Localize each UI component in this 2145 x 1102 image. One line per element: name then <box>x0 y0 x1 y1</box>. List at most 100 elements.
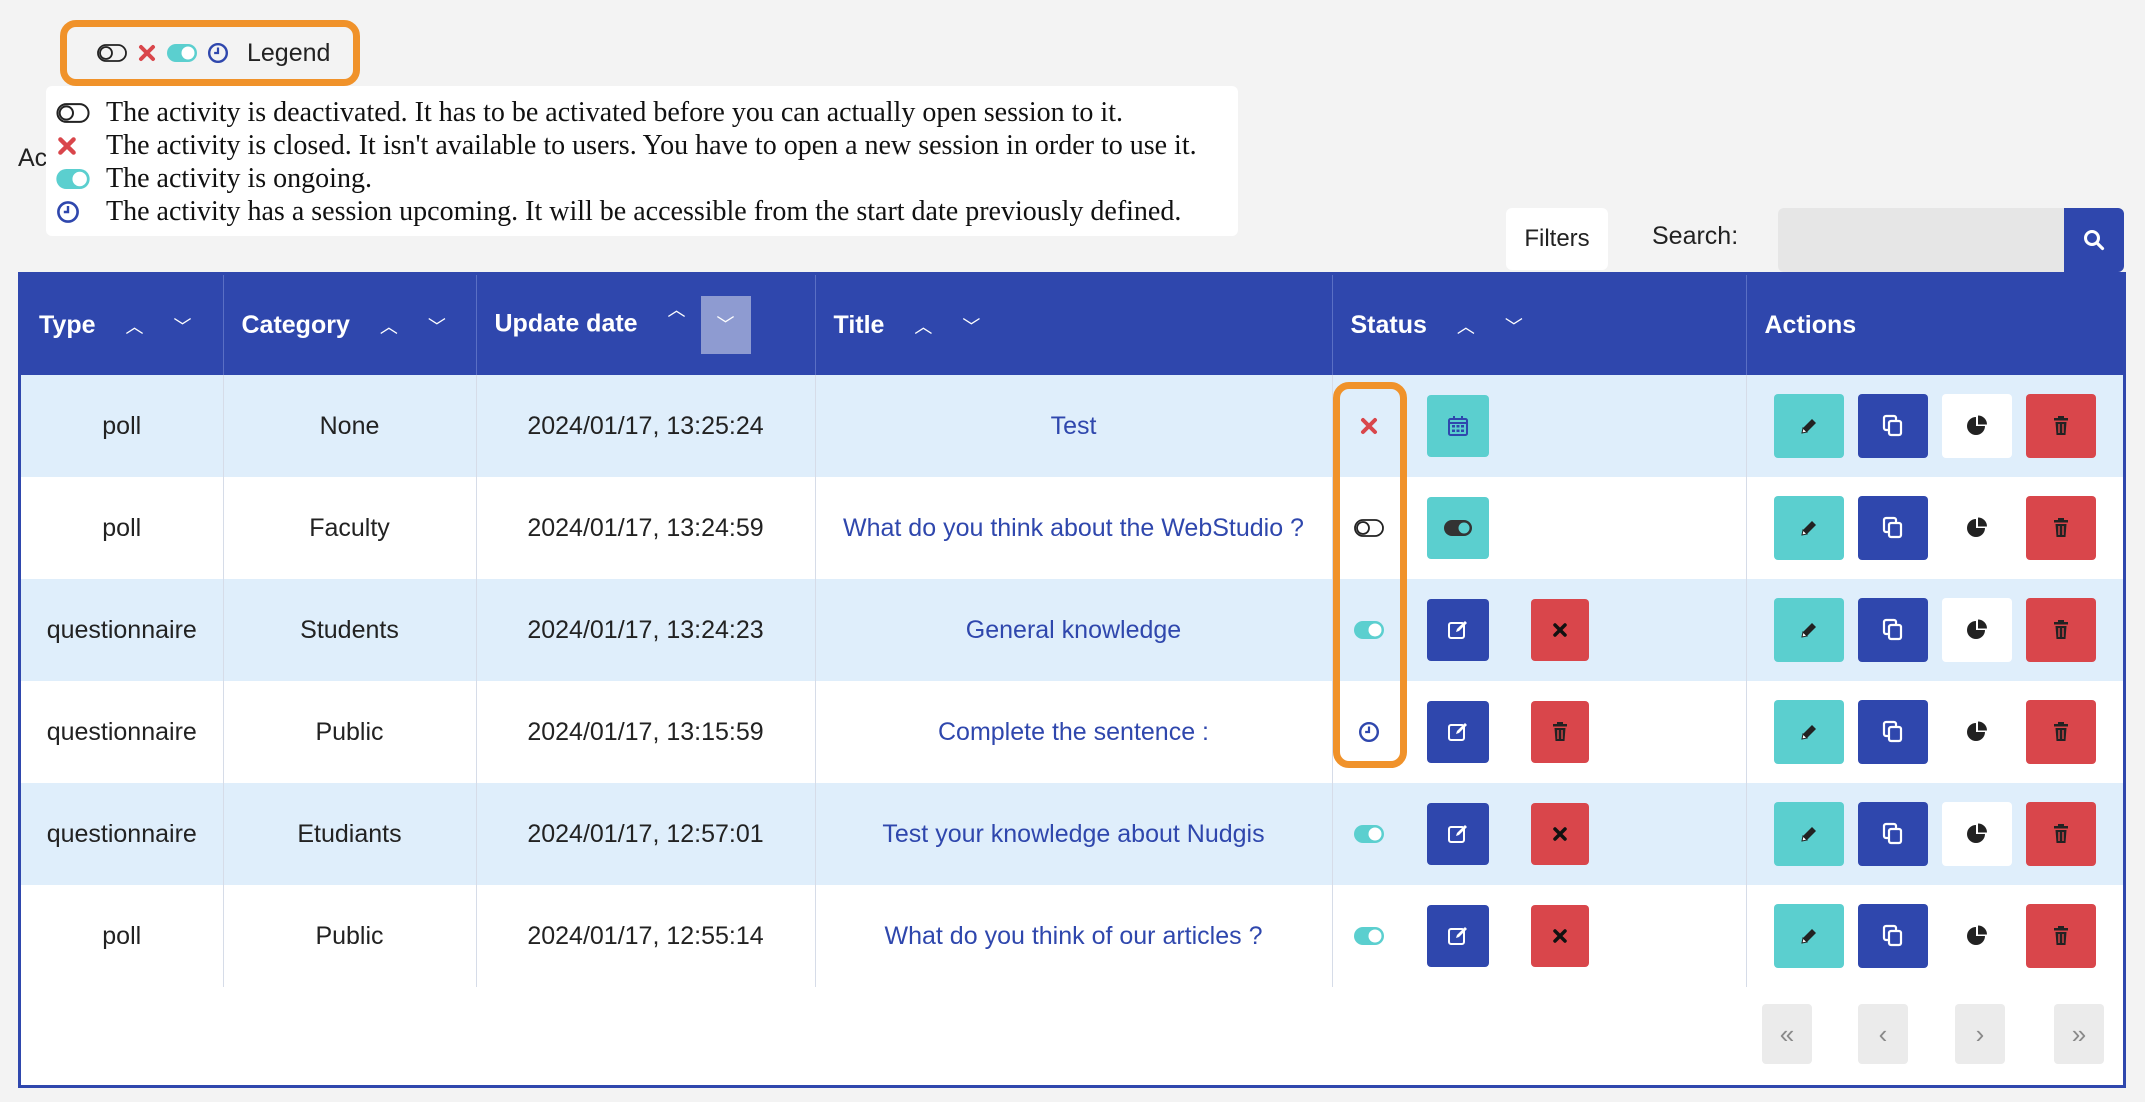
duplicate-button[interactable] <box>1857 394 1928 458</box>
first-page-button[interactable]: « <box>1762 1004 1812 1064</box>
schedule-session-button[interactable] <box>1426 395 1489 457</box>
close-session-button[interactable] <box>1530 905 1589 967</box>
cell-title-link[interactable]: Complete the sentence : <box>815 681 1333 783</box>
cell-title-link[interactable]: Test <box>815 375 1333 477</box>
legend-item-upcoming: The activity has a session upcoming. It … <box>56 195 1238 228</box>
sort-asc-icon[interactable]: ︿ <box>665 296 689 354</box>
copy-icon <box>1882 822 1902 845</box>
last-page-button[interactable]: » <box>2054 1004 2104 1064</box>
status-indicator <box>1333 621 1405 639</box>
duplicate-button[interactable] <box>1857 904 1928 968</box>
sort-desc-icon[interactable]: ﹀ <box>959 313 983 339</box>
sort-asc-icon[interactable]: ︿ <box>377 313 401 339</box>
delete-button[interactable] <box>2025 394 2096 458</box>
pencil-icon <box>1800 725 1816 740</box>
legend-text: The activity is ongoing. <box>106 162 372 194</box>
sort-desc-icon[interactable]: ﹀ <box>700 296 751 354</box>
activities-table: Type ︿ ﹀ Category ︿ ﹀ Update date ︿ ﹀ Title… <box>18 272 2126 1088</box>
edit-session-icon <box>1447 825 1467 843</box>
edit-button[interactable] <box>1773 904 1844 968</box>
table-row: poll Faculty 2024/01/17, 13:24:59 What do y… <box>21 477 2123 579</box>
sort-desc-icon[interactable]: ﹀ <box>1502 313 1526 339</box>
clock-icon <box>1358 721 1380 743</box>
statistics-button[interactable] <box>1941 700 2012 764</box>
legend-toggle-button[interactable]: Legend <box>60 20 360 86</box>
statistics-button[interactable] <box>1941 496 2012 560</box>
statistics-button[interactable] <box>1941 598 2012 662</box>
column-header-status[interactable]: Status ︿ ﹀ <box>1332 275 1747 375</box>
cell-title-link[interactable]: Test your knowledge about Nudgis <box>815 783 1333 885</box>
legend-item-closed: The activity is closed. It isn't availab… <box>56 129 1238 162</box>
delete-button[interactable] <box>2025 700 2096 764</box>
table-row: poll Public 2024/01/17, 12:55:14 What do yo… <box>21 885 2123 987</box>
filters-button[interactable]: Filters <box>1506 208 1608 270</box>
duplicate-button[interactable] <box>1857 598 1928 662</box>
legend-text: The activity is deactivated. It has to b… <box>106 96 1123 128</box>
edit-button[interactable] <box>1773 496 1844 560</box>
column-header-category[interactable]: Category ︿ ﹀ <box>223 275 477 375</box>
closed-x-icon <box>56 135 78 157</box>
trash-icon <box>2053 722 2068 741</box>
search-input[interactable] <box>1778 208 2066 272</box>
table-row: questionnaire Students 2024/01/17, 13:24:2… <box>21 579 2123 681</box>
search-button[interactable] <box>2064 208 2124 272</box>
edit-button[interactable] <box>1773 598 1844 662</box>
trash-icon <box>2053 416 2068 435</box>
column-header-update-date[interactable]: Update date ︿ ﹀ <box>476 275 816 375</box>
column-label: Actions <box>1764 310 1857 339</box>
duplicate-button[interactable] <box>1857 700 1928 764</box>
delete-button[interactable] <box>2025 904 2096 968</box>
edit-session-button[interactable] <box>1426 701 1489 763</box>
sort-asc-icon[interactable]: ︿ <box>122 313 146 339</box>
toggle-on-icon <box>1354 825 1384 843</box>
statistics-button[interactable] <box>1941 394 2012 458</box>
statistics-button[interactable] <box>1941 904 2012 968</box>
table-header-row: Type ︿ ﹀ Category ︿ ﹀ Update date ︿ ﹀ Title… <box>21 275 2123 375</box>
cell-type: questionnaire <box>21 681 224 783</box>
duplicate-button[interactable] <box>1857 496 1928 560</box>
cell-type: poll <box>21 375 224 477</box>
cell-actions <box>1746 783 2123 885</box>
activate-button[interactable] <box>1426 497 1489 559</box>
edit-button[interactable] <box>1773 802 1844 866</box>
trash-icon <box>2053 518 2068 537</box>
delete-button[interactable] <box>2025 496 2096 560</box>
edit-session-button[interactable] <box>1426 905 1489 967</box>
delete-button[interactable] <box>2025 802 2096 866</box>
edit-session-button[interactable] <box>1426 599 1489 661</box>
sort-asc-icon[interactable]: ︿ <box>911 313 935 339</box>
sort-asc-icon[interactable]: ︿ <box>1454 313 1478 339</box>
cell-title-link[interactable]: What do you think about the WebStudio ? <box>815 477 1333 579</box>
cell-status <box>1332 579 1747 681</box>
cell-title-link[interactable]: General knowledge <box>815 579 1333 681</box>
cell-type: poll <box>21 885 224 987</box>
close-session-button[interactable] <box>1530 599 1589 661</box>
cell-update-date: 2024/01/17, 13:24:23 <box>476 579 816 681</box>
delete-button[interactable] <box>2025 598 2096 662</box>
close-session-button[interactable] <box>1530 803 1589 865</box>
cell-status <box>1332 885 1747 987</box>
toggle-on-icon <box>1354 621 1384 639</box>
close-session-icon <box>1552 623 1567 637</box>
edit-button[interactable] <box>1773 394 1844 458</box>
cell-title-link[interactable]: What do you think of our articles ? <box>815 885 1333 987</box>
column-header-title[interactable]: Title ︿ ﹀ <box>815 275 1333 375</box>
toggle-on-icon <box>1354 927 1384 945</box>
activate-toggle-icon <box>1443 520 1472 536</box>
stats-pie-icon <box>1966 721 1987 741</box>
closed-x-icon <box>1359 416 1379 436</box>
edit-session-button[interactable] <box>1426 803 1489 865</box>
sort-desc-icon[interactable]: ﹀ <box>425 313 449 339</box>
table-row: questionnaire Etudiants 2024/01/17, 12:57:… <box>21 783 2123 885</box>
previous-page-button[interactable]: ‹ <box>1858 1004 1908 1064</box>
cell-update-date: 2024/01/17, 13:15:59 <box>476 681 816 783</box>
edit-button[interactable] <box>1773 700 1844 764</box>
edit-session-icon <box>1447 927 1467 945</box>
statistics-button[interactable] <box>1941 802 2012 866</box>
next-page-button[interactable]: › <box>1955 1004 2005 1064</box>
duplicate-button[interactable] <box>1857 802 1928 866</box>
column-header-type[interactable]: Type ︿ ﹀ <box>21 275 224 375</box>
delete-session-button[interactable] <box>1530 701 1589 763</box>
copy-icon <box>1882 618 1902 641</box>
sort-desc-icon[interactable]: ﹀ <box>170 313 194 339</box>
